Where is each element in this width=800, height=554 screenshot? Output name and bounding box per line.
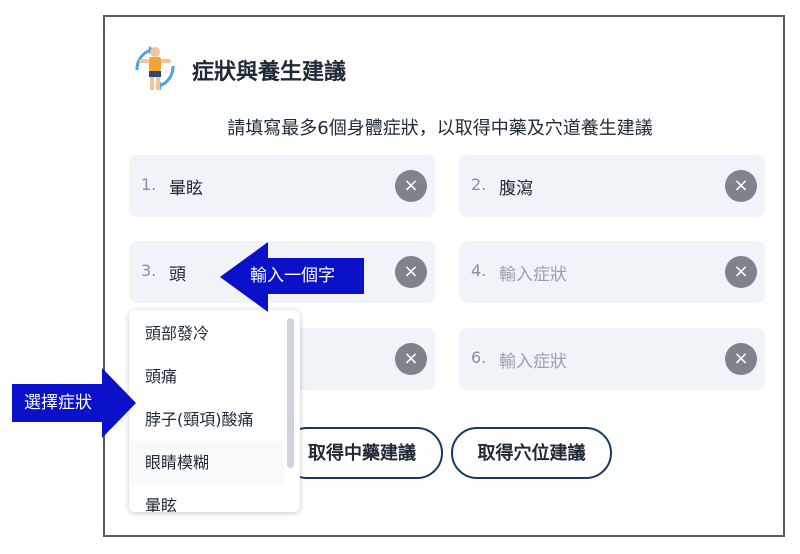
- clear-icon[interactable]: ×: [725, 343, 757, 375]
- field-value: 腹瀉: [499, 179, 533, 199]
- field-number: 4.: [471, 261, 487, 280]
- field-value: 暈眩: [169, 179, 203, 199]
- annotation-select-symptom: 選擇症狀: [12, 384, 104, 422]
- annotation-type-one-char: 輸入一個字: [248, 258, 364, 294]
- right-arrow-icon: [102, 368, 136, 438]
- symptom-field-4[interactable]: 4. 輸入症狀 ×: [459, 241, 765, 303]
- suggestion-item[interactable]: 脖子(頸項)酸痛: [129, 398, 284, 441]
- symptom-field-6[interactable]: 6. 輸入症狀 ×: [459, 328, 765, 390]
- suggestion-item[interactable]: 眼睛模糊: [129, 441, 284, 484]
- get-acupoint-advice-button[interactable]: 取得穴位建議: [451, 427, 612, 479]
- suggestion-item[interactable]: 頭痛: [129, 355, 284, 398]
- page-title: 症狀與養生建議: [192, 60, 347, 85]
- get-herbal-advice-button[interactable]: 取得中藥建議: [281, 427, 443, 479]
- symptom-field-2[interactable]: 2. 腹瀉 ×: [459, 155, 765, 217]
- field-number: 6.: [471, 348, 487, 367]
- clear-icon[interactable]: ×: [725, 256, 757, 288]
- field-placeholder: 輸入症狀: [499, 352, 567, 372]
- suggestion-item[interactable]: 暈眩: [129, 484, 284, 512]
- clear-icon[interactable]: ×: [725, 170, 757, 202]
- field-number: 3.: [141, 261, 157, 280]
- field-number: 2.: [471, 175, 487, 194]
- dropdown-scrollbar[interactable]: [287, 318, 294, 468]
- symptom-suggestions-dropdown: 頭部發冷 頭痛 脖子(頸項)酸痛 眼睛模糊 暈眩: [129, 310, 300, 512]
- body-meridian-icon: [135, 46, 175, 90]
- field-number: 1.: [141, 175, 157, 194]
- suggestion-item[interactable]: 頭部發冷: [129, 312, 284, 355]
- instruction-text: 請填寫最多6個身體症狀，以取得中藥及穴道養生建議: [227, 118, 653, 139]
- field-value: 頭: [169, 265, 186, 285]
- clear-icon[interactable]: ×: [395, 170, 427, 202]
- clear-icon[interactable]: ×: [395, 343, 427, 375]
- field-placeholder: 輸入症狀: [499, 265, 567, 285]
- symptom-field-1[interactable]: 1. 暈眩 ×: [129, 155, 435, 217]
- clear-icon[interactable]: ×: [395, 256, 427, 288]
